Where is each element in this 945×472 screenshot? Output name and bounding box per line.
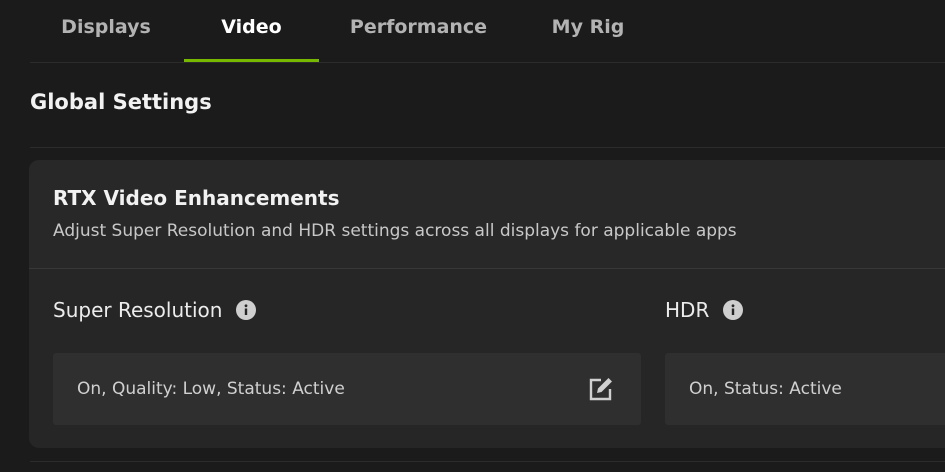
super-resolution-value: On, Quality: Low, Status: Active [77, 379, 345, 399]
card-title: RTX Video Enhancements [53, 186, 340, 210]
hdr-value-box[interactable]: On, Status: Active [665, 353, 945, 425]
app-root: Displays Video Performance My Rig Global… [0, 0, 945, 472]
tab-bar: Displays Video Performance My Rig [0, 0, 945, 62]
tabs-divider [30, 62, 945, 63]
rtx-video-enhancements-card: RTX Video Enhancements Adjust Super Reso… [29, 160, 945, 448]
edit-icon[interactable] [587, 375, 615, 403]
bottom-divider [30, 461, 945, 462]
super-resolution-info-icon[interactable] [236, 300, 257, 320]
tab-video[interactable]: Video [184, 0, 319, 62]
section-divider [30, 147, 945, 148]
hdr-label-row: HDR [665, 298, 744, 322]
hdr-value: On, Status: Active [689, 379, 842, 399]
hdr-info-icon[interactable] [723, 300, 744, 320]
super-resolution-value-box[interactable]: On, Quality: Low, Status: Active [53, 353, 641, 425]
tab-displays[interactable]: Displays [52, 0, 160, 62]
super-resolution-label: Super Resolution [53, 298, 223, 322]
card-divider [29, 268, 945, 269]
super-resolution-label-row: Super Resolution [53, 298, 257, 322]
card-header: RTX Video Enhancements Adjust Super Reso… [29, 160, 945, 268]
card-subtitle: Adjust Super Resolution and HDR settings… [53, 221, 737, 241]
section-title-global-settings: Global Settings [30, 90, 212, 114]
hdr-label: HDR [665, 298, 710, 322]
tab-my-rig[interactable]: My Rig [540, 0, 636, 62]
tab-performance[interactable]: Performance [340, 0, 497, 62]
